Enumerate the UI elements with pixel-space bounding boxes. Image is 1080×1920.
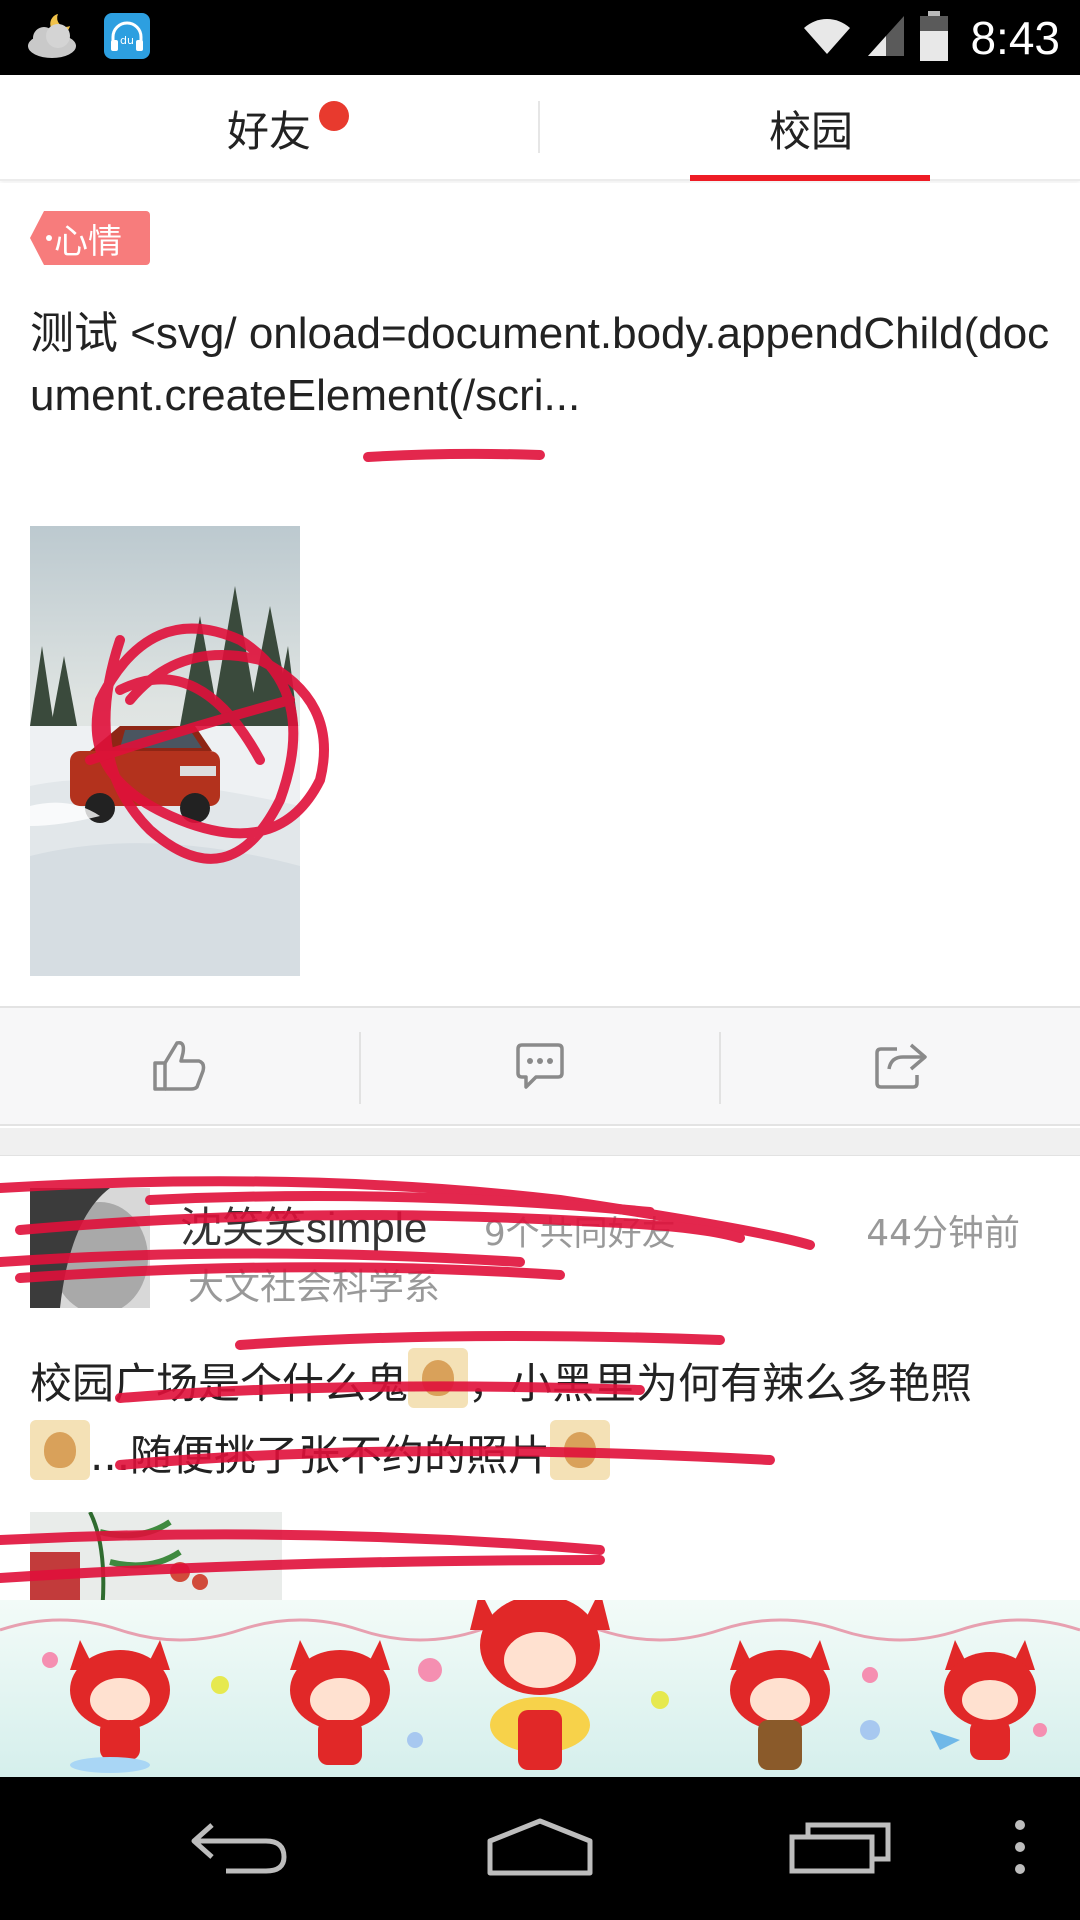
post-time: 44分钟前 — [866, 1213, 1020, 1254]
fox-cartoon-banner — [0, 1600, 1080, 1777]
tab-divider — [538, 101, 540, 153]
baidu-music-icon: du — [104, 13, 150, 63]
like-button[interactable] — [0, 1008, 358, 1128]
mood-tag-label: 心情 — [54, 221, 122, 262]
feed-separator — [0, 1128, 1080, 1156]
system-nav-bar — [0, 1777, 1080, 1920]
notification-dot — [319, 101, 349, 131]
tab-bar: 好友 校园 — [0, 75, 1080, 181]
mood-tag[interactable]: 心情 — [30, 211, 150, 265]
menu-icon — [1012, 1819, 1028, 1879]
tab-friends-label: 好友 — [226, 106, 311, 156]
share-icon — [873, 1041, 929, 1095]
avatar[interactable] — [30, 1188, 150, 1308]
doge-emoji-icon — [550, 1420, 611, 1480]
author-department: 大文社会科学系 — [188, 1267, 441, 1308]
author-name[interactable]: 沈笑笑simple — [180, 1194, 427, 1255]
feed-post[interactable]: 沈笑笑simple 9个共同好友 44分钟前 大文社会科学系 校园广场是个什么鬼… — [0, 1158, 1080, 1628]
text-segment: ...随便挑了张不约的照片 — [90, 1431, 551, 1480]
back-button[interactable] — [150, 1777, 330, 1920]
post-action-bar — [0, 1006, 1080, 1126]
weather-cloud-moon-icon — [24, 10, 84, 66]
text-segment: 校园广场是个什么鬼 — [30, 1359, 409, 1408]
status-bar: du 8:43 — [0, 0, 1080, 75]
tag-dot — [46, 235, 52, 241]
decorative-banner — [0, 1600, 1080, 1777]
avatar-photo — [30, 1188, 150, 1308]
comment-button[interactable] — [361, 1008, 719, 1128]
svg-text:du: du — [120, 34, 134, 47]
recent-apps-icon — [788, 1819, 892, 1879]
back-icon — [188, 1819, 292, 1879]
tab-friends[interactable]: 好友 — [0, 75, 538, 181]
post-image[interactable] — [30, 526, 300, 976]
post-text[interactable]: 校园广场是个什么鬼 ，小黑里为何有辣么多艳照 ...随便挑了张不约的照片 — [30, 1348, 1030, 1492]
home-icon — [484, 1817, 596, 1881]
wifi-icon — [802, 16, 852, 60]
status-clock: 8:43 — [970, 11, 1060, 64]
action-divider — [719, 1032, 721, 1104]
text-segment: ，小黑里为何有辣么多艳照 — [468, 1359, 973, 1408]
tab-campus[interactable]: 校园 — [542, 75, 1080, 181]
home-button[interactable] — [450, 1777, 630, 1920]
notification-icons: du — [24, 10, 150, 66]
active-tab-indicator — [690, 175, 930, 181]
comment-icon — [514, 1041, 566, 1095]
share-button[interactable] — [722, 1008, 1080, 1128]
like-icon — [151, 1039, 207, 1097]
post-text[interactable]: 测试 <svg/ onload=document.body.appendChil… — [30, 303, 1060, 427]
mutual-friends: 9个共同好友 — [484, 1214, 676, 1254]
menu-button[interactable] — [990, 1777, 1050, 1920]
doge-emoji-icon — [408, 1348, 469, 1408]
doge-emoji-icon — [30, 1420, 90, 1480]
feed-post[interactable]: 心情 测试 <svg/ onload=document.body.appendC… — [0, 183, 1080, 1006]
signal-icon — [866, 14, 906, 62]
tab-campus-label: 校园 — [768, 106, 853, 156]
recent-apps-button[interactable] — [750, 1777, 930, 1920]
snow-car-photo — [30, 526, 300, 976]
battery-icon — [920, 10, 949, 65]
